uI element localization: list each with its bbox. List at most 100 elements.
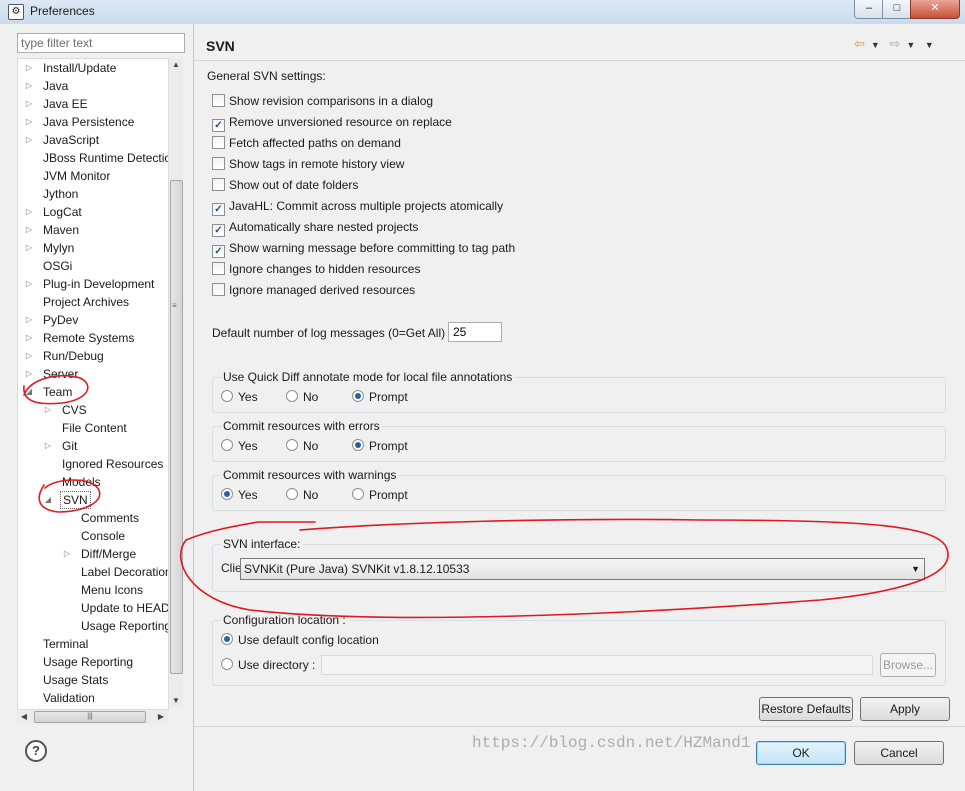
tree-item[interactable]: ▷ Maven: [18, 221, 168, 239]
hscroll-thumb[interactable]: |||: [34, 711, 146, 723]
collapsed-arrow-icon[interactable]: ▷: [62, 545, 72, 563]
tree-item[interactable]: ▷ Diff/Merge: [18, 545, 168, 563]
tree-item[interactable]: File Content: [18, 419, 168, 437]
tree-item[interactable]: ▷ Java EE: [18, 95, 168, 113]
expanded-arrow-icon[interactable]: ◢: [24, 383, 34, 401]
tree-item[interactable]: JVM Monitor: [18, 167, 168, 185]
collapsed-arrow-icon[interactable]: ▷: [24, 311, 34, 329]
tree-item[interactable]: ▷ Remote Systems: [18, 329, 168, 347]
setting-checkbox[interactable]: Show out of date folders: [212, 177, 358, 193]
tree-item[interactable]: Usage Reporting: [18, 617, 168, 635]
collapsed-arrow-icon[interactable]: ▷: [24, 365, 34, 383]
close-button[interactable]: ✕: [910, 0, 960, 19]
tree-vertical-scrollbar[interactable]: ▲ ≡ ▼: [168, 58, 183, 708]
radio-option-yes[interactable]: Yes: [221, 389, 258, 405]
use-directory-radio[interactable]: Use directory :: [221, 657, 315, 673]
log-messages-input[interactable]: [448, 322, 502, 342]
tree-item[interactable]: Update to HEAD: [18, 599, 168, 617]
forward-dropdown-icon[interactable]: ▼: [906, 40, 915, 50]
setting-checkbox[interactable]: ✓ JavaHL: Commit across multiple projects…: [212, 198, 503, 216]
setting-checkbox[interactable]: ✓ Show warning message before committing …: [212, 240, 515, 258]
scroll-down-arrow-icon[interactable]: ▼: [169, 694, 183, 708]
collapsed-arrow-icon[interactable]: ▷: [24, 239, 34, 257]
tree-item[interactable]: Usage Reporting: [18, 653, 168, 671]
radio-option-yes[interactable]: Yes: [221, 438, 258, 454]
tree-item[interactable]: Models: [18, 473, 168, 491]
scroll-right-arrow-icon[interactable]: ▶: [154, 710, 168, 724]
collapsed-arrow-icon[interactable]: ▷: [24, 221, 34, 239]
use-default-config-radio[interactable]: Use default config location: [221, 632, 379, 648]
radio-option-no[interactable]: No: [286, 389, 318, 405]
tree-item[interactable]: Jython: [18, 185, 168, 203]
tree-item[interactable]: ▷ Java: [18, 77, 168, 95]
back-dropdown-icon[interactable]: ▼: [871, 40, 880, 50]
cancel-button[interactable]: Cancel: [854, 741, 944, 765]
tree-item[interactable]: ▷ Mylyn: [18, 239, 168, 257]
scroll-left-arrow-icon[interactable]: ◀: [17, 710, 31, 724]
view-menu-icon[interactable]: ▼: [925, 40, 934, 50]
setting-checkbox[interactable]: Fetch affected paths on demand: [212, 135, 401, 151]
client-combo[interactable]: SVNKit (Pure Java) SVNKit v1.8.12.10533 …: [240, 558, 925, 580]
tree-item[interactable]: Terminal: [18, 635, 168, 653]
collapsed-arrow-icon[interactable]: ▷: [24, 347, 34, 365]
tree-item[interactable]: ▷ Server: [18, 365, 168, 383]
radio-option-yes[interactable]: Yes: [221, 487, 258, 503]
tree-item[interactable]: JBoss Runtime Detection: [18, 149, 168, 167]
tree-item[interactable]: ◢ SVN: [18, 491, 168, 509]
radio-option-prompt[interactable]: Prompt: [352, 389, 408, 405]
scroll-up-arrow-icon[interactable]: ▲: [169, 58, 183, 72]
scroll-thumb[interactable]: [170, 180, 183, 674]
tree-item[interactable]: ▷ Java Persistence: [18, 113, 168, 131]
tree-item[interactable]: ▷ JavaScript: [18, 131, 168, 149]
collapsed-arrow-icon[interactable]: ▷: [24, 77, 34, 95]
collapsed-arrow-icon[interactable]: ▷: [24, 59, 34, 77]
tree-item[interactable]: ▷ CVS: [18, 401, 168, 419]
browse-button[interactable]: Browse...: [880, 653, 936, 677]
tree-item[interactable]: Ignored Resources: [18, 455, 168, 473]
tree-item[interactable]: ▷ Run/Debug: [18, 347, 168, 365]
filter-input[interactable]: [17, 33, 185, 53]
radio-option-prompt[interactable]: Prompt: [352, 438, 408, 454]
collapsed-arrow-icon[interactable]: ▷: [24, 95, 34, 113]
restore-defaults-button[interactable]: Restore Defaults: [759, 697, 853, 721]
tree-item[interactable]: ▷ LogCat: [18, 203, 168, 221]
setting-checkbox[interactable]: ✓ Automatically share nested projects: [212, 219, 418, 237]
radio-option-no[interactable]: No: [286, 438, 318, 454]
radio-option-prompt[interactable]: Prompt: [352, 487, 408, 503]
apply-button[interactable]: Apply: [860, 697, 950, 721]
tree-item[interactable]: ◢ Team: [18, 383, 168, 401]
setting-checkbox[interactable]: Ignore changes to hidden resources: [212, 261, 420, 277]
setting-checkbox[interactable]: Show tags in remote history view: [212, 156, 404, 172]
tree-item[interactable]: Validation: [18, 689, 168, 707]
collapsed-arrow-icon[interactable]: ▷: [43, 401, 53, 419]
tree-item[interactable]: OSGi: [18, 257, 168, 275]
radio-option-no[interactable]: No: [286, 487, 318, 503]
tree-item[interactable]: ▷ PyDev: [18, 311, 168, 329]
ok-button[interactable]: OK: [756, 741, 846, 765]
back-arrow-icon[interactable]: ⇦: [854, 36, 865, 51]
tree-item[interactable]: Usage Stats: [18, 671, 168, 689]
help-icon[interactable]: ?: [25, 740, 47, 762]
setting-checkbox[interactable]: ✓ Remove unversioned resource on replace: [212, 114, 452, 132]
tree-item[interactable]: Comments: [18, 509, 168, 527]
collapsed-arrow-icon[interactable]: ▷: [24, 113, 34, 131]
expanded-arrow-icon[interactable]: ◢: [43, 491, 53, 509]
tree-item[interactable]: Project Archives: [18, 293, 168, 311]
setting-checkbox[interactable]: Ignore managed derived resources: [212, 282, 415, 298]
collapsed-arrow-icon[interactable]: ▷: [24, 275, 34, 293]
maximize-button[interactable]: □: [882, 0, 912, 19]
tree-item[interactable]: Menu Icons: [18, 581, 168, 599]
tree-item[interactable]: ▷ Git: [18, 437, 168, 455]
tree-item[interactable]: ▷ Install/Update: [18, 59, 168, 77]
collapsed-arrow-icon[interactable]: ▷: [24, 131, 34, 149]
collapsed-arrow-icon[interactable]: ▷: [24, 203, 34, 221]
minimize-button[interactable]: –: [854, 0, 884, 19]
tree-item[interactable]: Console: [18, 527, 168, 545]
directory-input[interactable]: [321, 655, 873, 675]
tree-item[interactable]: ▷ Plug-in Development: [18, 275, 168, 293]
tree-horizontal-scrollbar[interactable]: ◀ ||| ▶: [17, 709, 168, 724]
forward-arrow-icon[interactable]: ⇨: [889, 36, 900, 51]
collapsed-arrow-icon[interactable]: ▷: [24, 329, 34, 347]
collapsed-arrow-icon[interactable]: ▷: [43, 437, 53, 455]
tree-item[interactable]: Label Decorations: [18, 563, 168, 581]
